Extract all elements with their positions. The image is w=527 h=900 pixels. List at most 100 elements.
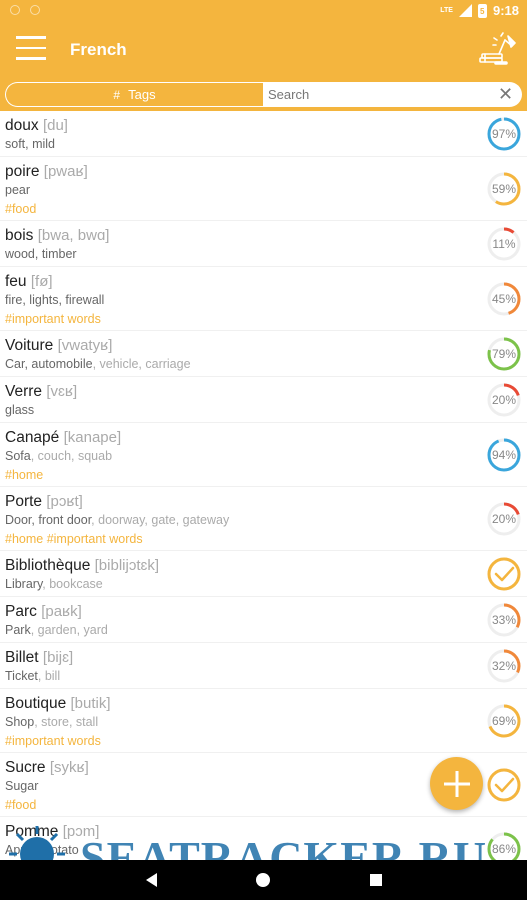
word-list[interactable]: doux [du] soft, mild 97% poire [pwaʁ] pear #f… bbox=[0, 111, 527, 860]
word-text: Billet bbox=[5, 649, 39, 666]
translation: Door, front door, doorway, gate, gateway bbox=[5, 511, 527, 530]
add-word-button[interactable] bbox=[430, 757, 483, 810]
word-row[interactable]: Bibliothèque [biblijɔtɛk] Library, bookca… bbox=[0, 551, 527, 597]
translation: Library, bookcase bbox=[5, 575, 527, 594]
hamburger-icon bbox=[16, 36, 46, 39]
pronunciation: [fø] bbox=[30, 273, 53, 290]
signal-icon bbox=[458, 4, 472, 17]
translation-rest: , garden, yard bbox=[30, 623, 108, 637]
recent-square-icon[interactable] bbox=[366, 870, 386, 890]
back-triangle-icon[interactable] bbox=[142, 870, 162, 890]
translation: soft, mild bbox=[5, 135, 527, 154]
word-heading: Verre [vɛʁ] bbox=[5, 382, 527, 401]
word-row[interactable]: poire [pwaʁ] pear #food 59% bbox=[0, 157, 527, 221]
progress-ring: 79% bbox=[486, 336, 522, 372]
pronunciation: [bijɛ] bbox=[42, 649, 74, 666]
lamp-books-icon bbox=[479, 32, 516, 65]
lamp-books-button[interactable] bbox=[477, 32, 517, 68]
word-heading: Pomme [pɔm] bbox=[5, 822, 527, 841]
progress-ring: 86% bbox=[486, 831, 522, 860]
word-row[interactable]: Boutique [butik] Shop, store, stall #impor… bbox=[0, 689, 527, 753]
translation-main: glass bbox=[5, 403, 35, 417]
word-tags: #food bbox=[5, 202, 37, 216]
hamburger-menu-button[interactable] bbox=[16, 36, 46, 62]
progress-percent: 97% bbox=[491, 127, 517, 141]
progress-percent: 20% bbox=[491, 393, 517, 407]
word-text: feu bbox=[5, 273, 27, 290]
tags-label: Tags bbox=[128, 87, 156, 102]
pronunciation: [du] bbox=[42, 117, 68, 134]
pronunciation: [kanape] bbox=[63, 429, 122, 446]
progress-ring: 20% bbox=[486, 382, 522, 418]
notification-icon bbox=[30, 5, 40, 15]
translation: Sofa, couch, squab bbox=[5, 447, 527, 466]
word-text: Canapé bbox=[5, 429, 60, 446]
word-row[interactable]: Voiture [vwatyʁ] Car, automobile, vehicle… bbox=[0, 331, 527, 377]
translation-main: pear bbox=[5, 183, 31, 197]
pronunciation: [pɔm] bbox=[62, 823, 100, 840]
progress-ring: 33% bbox=[486, 602, 522, 638]
word-row[interactable]: Porte [pɔʁt] Door, front door, doorway, g… bbox=[0, 487, 527, 551]
word-row[interactable]: Billet [bijɛ] Ticket, bill 32% bbox=[0, 643, 527, 689]
notification-icons bbox=[10, 5, 40, 15]
word-row[interactable]: Pomme [pɔm]Apple, potato#food86% bbox=[0, 817, 527, 860]
progress-ring: 94% bbox=[486, 437, 522, 473]
word-text: Parc bbox=[5, 603, 37, 620]
progress-percent: 33% bbox=[491, 613, 517, 627]
notification-icon bbox=[10, 5, 20, 15]
progress-percent: 45% bbox=[491, 292, 517, 306]
hash-icon: # bbox=[113, 87, 121, 102]
progress-ring: 32% bbox=[486, 648, 522, 684]
word-row[interactable]: doux [du] soft, mild 97% bbox=[0, 111, 527, 157]
progress-percent: 32% bbox=[491, 659, 517, 673]
progress-ring: 20% bbox=[486, 501, 522, 537]
translation-rest: , doorway, gate, gateway bbox=[91, 513, 230, 527]
word-text: Sucre bbox=[5, 759, 46, 776]
word-heading: Bibliothèque [biblijɔtɛk] bbox=[5, 556, 527, 575]
search-input[interactable] bbox=[263, 87, 483, 102]
word-heading: Boutique [butik] bbox=[5, 694, 527, 713]
app-bar: French bbox=[0, 22, 527, 80]
translation-rest: , store, stall bbox=[34, 715, 99, 729]
clock: 9:18 bbox=[492, 3, 519, 18]
page-title: French bbox=[70, 40, 127, 59]
home-circle-icon[interactable] bbox=[253, 870, 273, 890]
pronunciation: [biblijɔtɛk] bbox=[94, 557, 160, 574]
word-row[interactable]: Verre [vɛʁ] glass 20% bbox=[0, 377, 527, 423]
word-tags: #home bbox=[5, 468, 44, 482]
translation-main: Sugar bbox=[5, 779, 39, 793]
translation: Shop, store, stall bbox=[5, 713, 527, 732]
translation-rest: , bookcase bbox=[42, 577, 103, 591]
translation-main: Apple, potato bbox=[5, 843, 79, 857]
word-tags: #home #important words bbox=[5, 532, 143, 546]
word-row[interactable]: Canapé [kanape] Sofa, couch, squab #home 94… bbox=[0, 423, 527, 487]
word-heading: Voiture [vwatyʁ] bbox=[5, 336, 527, 355]
word-tags: #important words bbox=[5, 734, 101, 748]
progress-ring: 11% bbox=[486, 226, 522, 262]
word-row[interactable]: bois [bwa, bwɑ] wood, timber 11% bbox=[0, 221, 527, 267]
progress-ring: 69% bbox=[486, 703, 522, 739]
translation-main: Sofa bbox=[5, 449, 31, 463]
close-icon[interactable]: ✕ bbox=[498, 85, 513, 103]
word-text: Boutique bbox=[5, 695, 67, 712]
pronunciation: [pwaʁ] bbox=[43, 163, 88, 180]
word-heading: poire [pwaʁ] bbox=[5, 162, 527, 181]
word-row[interactable]: Parc [paʁk] Park, garden, yard 33% bbox=[0, 597, 527, 643]
translation: wood, timber bbox=[5, 245, 527, 264]
learned-check-icon bbox=[486, 556, 522, 592]
word-text: Pomme bbox=[5, 823, 59, 840]
translation-main: Library bbox=[5, 577, 43, 591]
system-nav-bar bbox=[0, 860, 527, 900]
translation-main: Shop bbox=[5, 715, 35, 729]
word-row[interactable]: feu [fø] fire, lights, firewall #important… bbox=[0, 267, 527, 331]
progress-ring: 59% bbox=[486, 171, 522, 207]
word-text: Voiture bbox=[5, 337, 54, 354]
network-type: LTE bbox=[440, 7, 453, 14]
word-tags: #important words bbox=[5, 312, 101, 326]
pronunciation: [paʁk] bbox=[41, 603, 82, 620]
translation-rest: , bill bbox=[37, 669, 61, 683]
tags-filter-button[interactable]: # Tags bbox=[5, 82, 263, 107]
word-heading: Porte [pɔʁt] bbox=[5, 492, 527, 511]
battery-icon: 5 bbox=[477, 3, 487, 18]
progress-ring: 45% bbox=[486, 281, 522, 317]
